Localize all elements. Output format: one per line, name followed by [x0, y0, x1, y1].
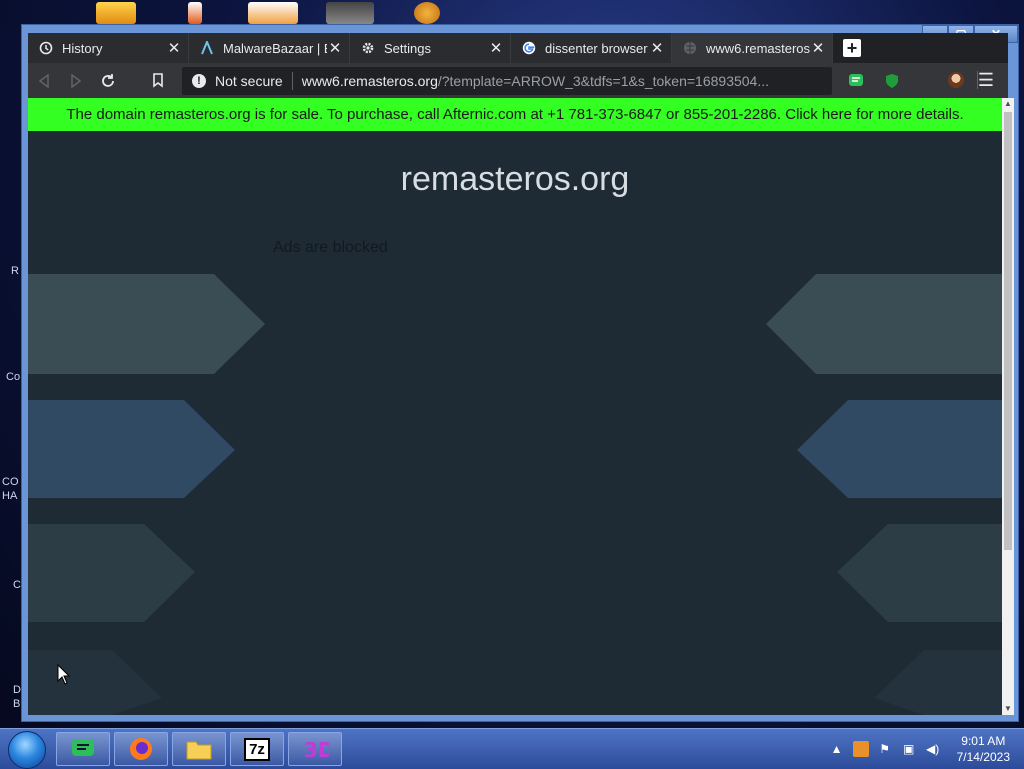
taskbar-chat-app[interactable]	[56, 732, 110, 766]
tab-title: www6.remasteros.c	[706, 40, 810, 56]
scroll-down-arrow-icon[interactable]: ▼	[1002, 703, 1014, 715]
extension-chat-button[interactable]	[846, 71, 866, 91]
desktop-app-icon[interactable]	[326, 2, 374, 24]
taskbar-firefox[interactable]	[114, 732, 168, 766]
extension-shield-button[interactable]	[882, 71, 902, 91]
tab-dissenter-search[interactable]: dissenter browser - ✕	[511, 33, 672, 63]
browser-toolbar: ! Not secure www6.remasteros.org /?templ…	[28, 63, 1008, 98]
desktop-app-icon[interactable]	[248, 2, 298, 24]
shield-extension-icon	[886, 73, 898, 88]
svg-text:3D: 3D	[304, 738, 329, 762]
tab-remasteros[interactable]: www6.remasteros.c ✕	[672, 33, 833, 63]
clock-date: 7/14/2023	[956, 750, 1010, 764]
show-hidden-icons-icon[interactable]: ▲	[829, 741, 845, 757]
new-tab-button[interactable]: +	[843, 39, 861, 57]
scroll-up-arrow-icon[interactable]: ▲	[1002, 98, 1014, 110]
taskbar-7zip[interactable]: 7z	[230, 732, 284, 766]
forward-arrow-icon	[71, 73, 82, 88]
bookmark-icon	[153, 73, 163, 88]
chat-app-icon	[72, 739, 94, 756]
tab-title: History	[62, 40, 103, 56]
desktop-label-fragment: Co	[6, 371, 21, 383]
desktop-label-fragment: B	[13, 698, 21, 710]
malwarebazaar-icon	[199, 40, 215, 56]
3d-app-icon: 3D	[304, 738, 329, 762]
desktop-folder-icon[interactable]	[96, 2, 136, 24]
tab-title: MalwareBazaar | Bro	[223, 40, 327, 56]
tab-close-icon[interactable]: ✕	[649, 39, 665, 57]
divider	[291, 71, 293, 90]
url-path: /?template=ARROW_3&tdfs=1&s_token=168935…	[437, 72, 770, 89]
system-tray: ▲ ⚑ ▣ ◀) 9:01 AM 7/14/2023	[829, 729, 1010, 769]
forward-button[interactable]	[60, 66, 92, 96]
address-bar[interactable]: ! Not secure www6.remasteros.org /?templ…	[182, 66, 832, 95]
profile-avatar[interactable]	[948, 72, 964, 88]
tray-app-icon[interactable]	[852, 741, 869, 757]
security-label: Not secure	[215, 72, 283, 89]
google-icon	[521, 40, 537, 56]
start-button[interactable]	[8, 731, 46, 769]
tab-history[interactable]: History ✕	[28, 33, 189, 63]
7zip-icon: 7z	[244, 737, 270, 761]
tab-close-icon[interactable]: ✕	[488, 39, 504, 57]
globe-icon	[682, 40, 698, 56]
system-clock[interactable]: 9:01 AM 7/14/2023	[957, 733, 1010, 765]
mouse-cursor-icon	[57, 664, 71, 685]
folder-icon	[186, 741, 212, 760]
scroll-thumb[interactable]	[1004, 112, 1012, 550]
not-secure-icon: !	[192, 73, 206, 88]
browser-menu-button[interactable]: ☰	[978, 70, 994, 91]
reload-icon	[102, 73, 114, 87]
domain-title: remasteros.org	[400, 160, 630, 198]
back-button[interactable]	[28, 66, 60, 96]
firefox-icon	[130, 738, 152, 760]
browser-window: — ▢ ✕ History ✕ MalwareBazaar | Bro ✕ Se…	[21, 24, 1019, 722]
desktop-label-fragment: R	[11, 265, 19, 277]
chat-extension-icon	[849, 73, 863, 86]
page-scrollbar[interactable]: ▲ ▼	[1002, 98, 1014, 715]
tab-close-icon[interactable]: ✕	[810, 39, 826, 57]
desktop-label-fragment: CO	[2, 476, 19, 488]
tab-close-icon[interactable]: ✕	[327, 39, 343, 57]
ads-blocked-notice: Ads are blocked	[273, 239, 388, 256]
bookmark-button[interactable]	[142, 66, 174, 96]
domain-for-sale-banner[interactable]: The domain remasteros.org is for sale. T…	[28, 98, 1002, 131]
history-icon	[38, 40, 54, 56]
taskbar-3d-app[interactable]: 3D	[288, 732, 342, 766]
desktop-label-fragment: C	[13, 579, 21, 591]
clock-time: 9:01 AM	[961, 734, 1006, 748]
tab-title: dissenter browser -	[545, 40, 649, 56]
tab-close-icon[interactable]: ✕	[166, 39, 182, 57]
tab-strip: History ✕ MalwareBazaar | Bro ✕ Settings…	[28, 33, 1008, 63]
volume-icon[interactable]: ◀)	[925, 741, 941, 757]
desktop-app-icon[interactable]	[188, 2, 202, 24]
taskbar-file-explorer[interactable]	[172, 732, 226, 766]
back-arrow-icon	[38, 73, 49, 88]
desktop-label-fragment: HA	[2, 490, 18, 502]
network-icon[interactable]: ▣	[901, 741, 917, 757]
tab-title: Settings	[384, 40, 431, 56]
taskbar: 7z 3D ▲ ⚑ ▣ ◀) 9:01 AM 7/14/2023	[0, 728, 1024, 769]
tab-settings[interactable]: Settings ✕	[350, 33, 511, 63]
settings-gear-icon	[360, 40, 376, 56]
action-center-flag-icon[interactable]: ⚑	[877, 741, 893, 757]
reload-button[interactable]	[92, 66, 124, 96]
desktop-user-icon[interactable]	[414, 2, 440, 24]
url-host: www6.remasteros.org	[301, 72, 438, 89]
tab-malwarebazaar[interactable]: MalwareBazaar | Bro ✕	[189, 33, 350, 63]
page-viewport: The domain remasteros.org is for sale. T…	[28, 98, 1002, 715]
desktop-label-fragment: D	[13, 684, 21, 696]
